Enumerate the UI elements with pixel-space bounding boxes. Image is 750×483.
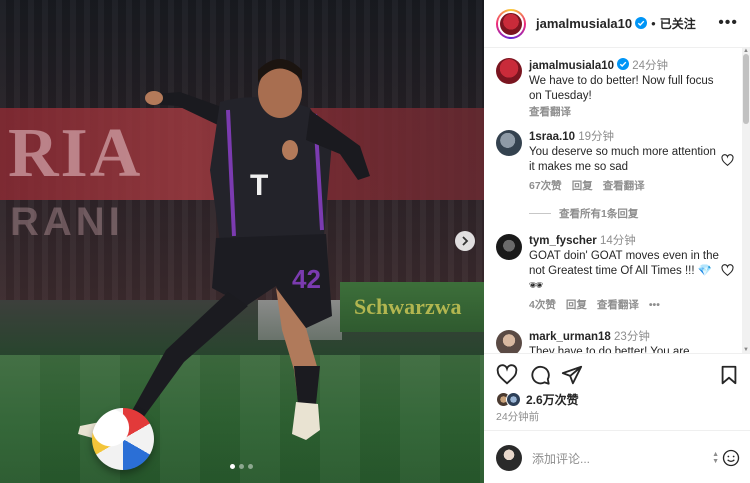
comment-translate-link[interactable]: 查看翻译	[603, 179, 645, 194]
verified-badge-icon	[635, 17, 648, 29]
likes-row[interactable]: 2.6万次赞	[496, 390, 579, 408]
carousel-dot	[239, 464, 244, 469]
send-icon[interactable]	[561, 364, 583, 386]
post-action-bar	[496, 362, 740, 388]
heart-icon[interactable]	[721, 264, 734, 277]
comment-likes-count[interactable]: 4次赞	[529, 298, 556, 313]
emoji-icon[interactable]	[722, 449, 740, 467]
caption-translate-link[interactable]: 查看翻译	[529, 105, 571, 120]
shirt-sponsor: T	[250, 169, 268, 202]
more-options-button[interactable]: •••	[718, 15, 738, 31]
comment-time: 23分钟	[614, 331, 650, 343]
caption-actions: 查看翻译	[529, 105, 719, 120]
football	[92, 408, 154, 470]
player-sock-right	[294, 366, 320, 404]
header-separator: •	[651, 16, 656, 31]
comment-actions: 4次赞 回复 查看翻译 •••	[529, 298, 719, 313]
comment-body: mark_urman18 23分钟 They have to do better…	[529, 330, 719, 353]
carousel-next-button[interactable]	[455, 231, 475, 251]
comment-likes-count[interactable]: 67次赞	[529, 179, 562, 194]
comment-reply-link[interactable]: 回复	[572, 179, 593, 194]
input-stepper-icon[interactable]: ▲ ▼	[712, 451, 719, 465]
author-avatar[interactable]	[496, 8, 526, 39]
heart-icon[interactable]	[721, 154, 734, 167]
author-username[interactable]: jamalmusiala10	[536, 16, 648, 31]
comment-body: tym_fyscher 14分钟 GOAT doin' GOAT moves e…	[529, 234, 719, 313]
comments-scrollbar[interactable]: ▲ ▼	[742, 48, 750, 353]
divider	[484, 430, 750, 431]
bookmark-icon[interactable]	[718, 364, 740, 386]
current-user-avatar	[496, 445, 522, 471]
likes-count[interactable]: 2.6万次赞	[526, 391, 579, 408]
comment-icon[interactable]	[529, 364, 551, 386]
liker-avatar	[506, 391, 521, 407]
comments-list[interactable]: jamalmusiala10 24分钟 We have to do better…	[484, 48, 742, 353]
view-replies-link[interactable]: 查看所有1条回复	[529, 206, 638, 221]
carousel-dot	[248, 464, 253, 469]
comment-input[interactable]: 添加评论...	[532, 450, 712, 467]
comment-avatar[interactable]	[496, 330, 522, 353]
heart-icon[interactable]	[496, 364, 518, 386]
author-username-text[interactable]: jamalmusiala10	[536, 16, 632, 31]
caption-body: jamalmusiala10 24分钟 We have to do better…	[529, 58, 719, 120]
comment-time: 19分钟	[578, 131, 615, 143]
comment-translate-link[interactable]: 查看翻译	[597, 298, 639, 313]
post-timestamp: 24分钟前	[496, 411, 540, 423]
caption-time: 24分钟	[632, 60, 669, 72]
chevron-right-icon	[462, 236, 469, 246]
player-boot-right	[292, 402, 320, 440]
author-avatar-image	[498, 10, 524, 37]
comment-username[interactable]: mark_urman18	[529, 331, 611, 343]
view-replies-text[interactable]: 查看所有1条回复	[559, 206, 638, 221]
comment-actions: 67次赞 回复 查看翻译	[529, 179, 719, 194]
player-hand-left	[145, 91, 163, 105]
add-comment-row: 添加评论... ▲ ▼	[496, 443, 740, 473]
caption-username[interactable]: jamalmusiala10	[529, 60, 614, 72]
post-photo[interactable]: RIA RANI Schwarzwa T 42	[0, 0, 484, 483]
comment-body: 1sraa.10 19分钟 You deserve so much more a…	[529, 130, 719, 194]
comment-text: You deserve so much more attention it ma…	[529, 146, 716, 173]
following-button[interactable]: 已关注	[660, 15, 696, 32]
comment-more-button[interactable]: •••	[649, 298, 660, 313]
player-leg-left	[128, 292, 248, 422]
comment-username[interactable]: 1sraa.10	[529, 131, 575, 143]
verified-badge-icon	[617, 58, 630, 70]
caption-text: We have to do better! Now full focus on …	[529, 75, 714, 102]
divider	[484, 353, 750, 354]
carousel-dot-active	[230, 464, 235, 469]
comment-time: 14分钟	[599, 235, 636, 247]
shirt-number: 42	[292, 264, 321, 294]
post-side-panel: jamalmusiala10 • 已关注 ••• jamalmusiala10 …	[484, 0, 750, 483]
comment-avatar[interactable]	[496, 234, 522, 260]
comment-text: GOAT doin' GOAT moves even in the not Gr…	[529, 250, 719, 292]
carousel-dots	[230, 464, 253, 469]
comment-username[interactable]: tym_fyscher	[529, 235, 597, 247]
caption-avatar[interactable]	[496, 58, 522, 84]
view-replies-line	[529, 213, 551, 214]
comment-avatar[interactable]	[496, 130, 522, 156]
comment-text: They have to do better! You are	[529, 346, 690, 353]
scrollbar-thumb[interactable]	[743, 54, 749, 124]
player-hand-right	[282, 140, 298, 160]
player-figure: T 42	[78, 59, 370, 440]
post-header: jamalmusiala10 • 已关注 •••	[484, 0, 750, 48]
comment-reply-link[interactable]: 回复	[566, 298, 587, 313]
